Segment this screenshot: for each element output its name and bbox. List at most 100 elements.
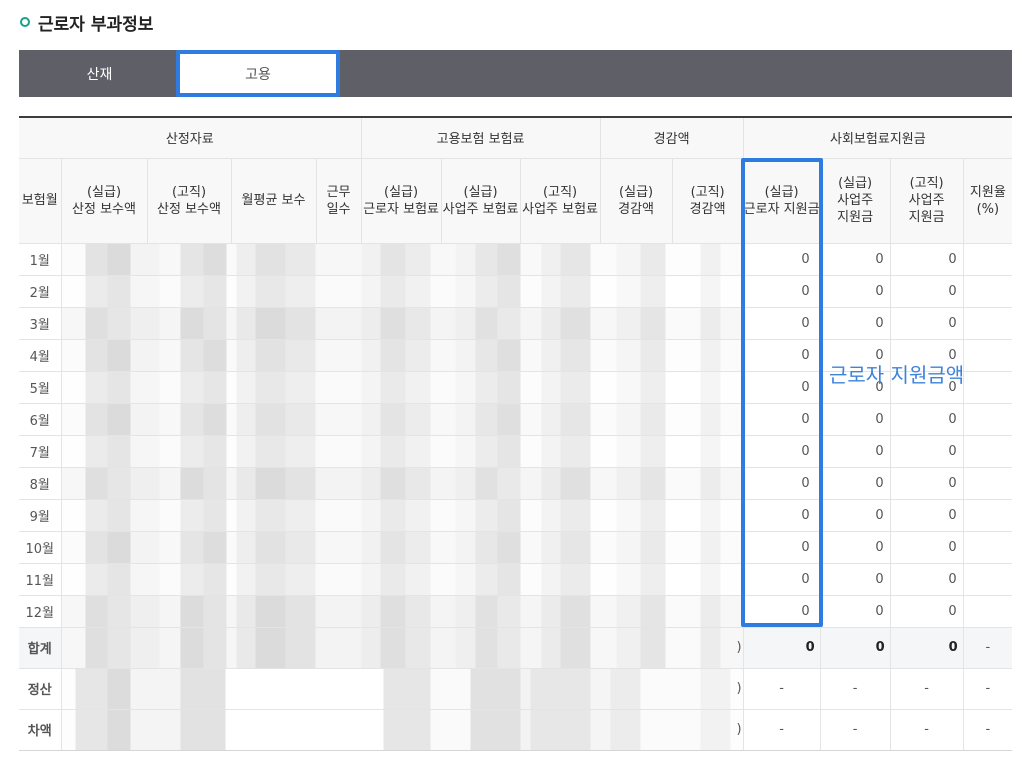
- redacted-cells: [60, 466, 744, 500]
- employer-support-gojik-cell: 0: [889, 370, 964, 404]
- support-rate-cell: [962, 242, 1013, 276]
- col-header-line: 지원율: [969, 184, 1006, 200]
- support-rate-cell: [962, 562, 1013, 596]
- employer-support-gojik-settlement: -: [889, 667, 964, 710]
- support-rate-difference: -: [962, 708, 1013, 751]
- group-header-social-insurance-support: 사회보험료지원금: [742, 116, 1013, 159]
- employer-support-gojik-cell: 0: [889, 498, 964, 532]
- table-row: 10월 0 0 0: [19, 530, 1013, 564]
- month-cell: 5월: [19, 370, 62, 404]
- employer-support-gojik-cell: 0: [889, 242, 964, 276]
- truncated-value: ): [736, 640, 742, 655]
- support-rate-cell: [962, 530, 1013, 564]
- redacted-cells: [60, 498, 744, 532]
- table-row: 12월 0 0 0: [19, 594, 1013, 628]
- group-header-reduction: 경감액: [599, 116, 744, 159]
- support-rate-cell: [962, 338, 1013, 372]
- redacted-cells: [60, 338, 744, 372]
- tab-industrial-accident[interactable]: 산재: [19, 50, 180, 97]
- support-rate-cell: [962, 402, 1013, 436]
- month-cell: 7월: [19, 434, 62, 468]
- support-rate-cell: [962, 594, 1013, 628]
- month-cell: 10월: [19, 530, 62, 564]
- worker-support-total: 0: [742, 626, 821, 669]
- col-header-line: 경감액: [618, 201, 655, 217]
- section-title-text: 근로자 부과정보: [38, 14, 154, 35]
- group-header-insurance-premium: 고용보험 보험료: [360, 116, 601, 159]
- employer-support-gojik-cell: 0: [889, 338, 964, 372]
- employer-support-silgeup-settlement: -: [819, 667, 891, 710]
- table-row: 5월 0 0 0: [19, 370, 1013, 404]
- col-header-monthly-avg-pay: 월평균 보수: [230, 157, 317, 244]
- redacted-cells: [60, 434, 744, 468]
- col-header-silgeup-employer-premium: (실급) 사업주 보험료: [440, 157, 521, 244]
- support-rate-total: -: [962, 626, 1013, 669]
- month-cell: 4월: [19, 338, 62, 372]
- month-cell: 8월: [19, 466, 62, 500]
- support-rate-cell: [962, 370, 1013, 404]
- col-header-silgeup-worker-support: (실급) 근로자 지원금: [742, 157, 821, 244]
- group-header-row: 산정자료 고용보험 보험료 경감액 사회보험료지원금: [19, 116, 1013, 159]
- table-row: 4월 0 0 0: [19, 338, 1013, 372]
- col-header-gojik-calc-pay: (고직) 산정 보수액: [146, 157, 232, 244]
- section-title: 근로자 부과정보: [20, 10, 154, 35]
- col-header-line: 산정 보수액: [157, 201, 221, 217]
- column-header-row: 보험월 (실급) 산정 보수액 (고직) 산정 보수액 월평균 보수 근무 일수 (실…: [19, 157, 1013, 244]
- worker-support-cell: 0: [742, 466, 821, 500]
- col-header-line: (고직): [543, 184, 578, 200]
- col-header-gojik-employer-support: (고직) 사업주 지원금: [889, 157, 964, 244]
- employer-support-silgeup-cell: 0: [819, 434, 891, 468]
- col-header-line: 근무: [326, 184, 351, 200]
- redacted-cells: ): [60, 667, 744, 710]
- worker-support-settlement: -: [742, 667, 821, 710]
- col-header-line: (실급): [86, 184, 122, 200]
- employer-support-gojik-cell: 0: [889, 594, 964, 628]
- truncated-value: ): [736, 722, 742, 737]
- worker-support-cell: 0: [742, 242, 821, 276]
- employer-support-gojik-cell: 0: [889, 274, 964, 308]
- table-row: 11월 0 0 0: [19, 562, 1013, 596]
- circle-bullet-icon: [20, 17, 30, 27]
- col-header-line: (실급): [619, 184, 654, 200]
- col-header-line: 경감액: [689, 201, 726, 217]
- tab-employment[interactable]: 고용: [180, 52, 336, 95]
- worker-support-cell: 0: [742, 274, 821, 308]
- employer-support-silgeup-cell: 0: [819, 242, 891, 276]
- col-header-silgeup-employer-support: (실급) 사업주 지원금: [819, 157, 891, 244]
- col-header-support-rate: 지원율 (%): [962, 157, 1013, 244]
- worker-support-cell: 0: [742, 562, 821, 596]
- table-row: 6월 0 0 0: [19, 402, 1013, 436]
- col-header-line: (실급): [384, 184, 419, 200]
- table-row: 3월 0 0 0: [19, 306, 1013, 340]
- redacted-cells: [60, 562, 744, 596]
- employer-support-gojik-cell: 0: [889, 306, 964, 340]
- employer-support-silgeup-cell: 0: [819, 466, 891, 500]
- employer-support-gojik-cell: 0: [889, 562, 964, 596]
- employer-support-silgeup-cell: 0: [819, 530, 891, 564]
- levy-table: 산정자료 고용보험 보험료 경감액 사회보험료지원금 보험월 (실급) 산정 보수…: [19, 116, 1013, 751]
- col-header-line: 산정 보수액: [72, 201, 136, 217]
- worker-support-cell: 0: [742, 338, 821, 372]
- col-header-line: (고직): [909, 176, 944, 191]
- col-header-line: (실급): [463, 184, 498, 200]
- table-row: 7월 0 0 0: [19, 434, 1013, 468]
- summary-label: 합계: [19, 626, 62, 669]
- employer-support-gojik-cell: 0: [889, 402, 964, 436]
- redacted-cells: ): [60, 626, 744, 669]
- support-rate-cell: [962, 434, 1013, 468]
- month-cell: 6월: [19, 402, 62, 436]
- table-row: 1월 0 0 0: [19, 242, 1013, 276]
- col-header-month: 보험월: [19, 157, 62, 244]
- month-cell: 3월: [19, 306, 62, 340]
- col-header-gojik-reduction: (고직) 경감액: [671, 157, 744, 244]
- employer-support-silgeup-cell: 0: [819, 274, 891, 308]
- support-rate-cell: [962, 274, 1013, 308]
- col-header-line: 사업주 보험료: [522, 201, 599, 217]
- month-cell: 12월: [19, 594, 62, 628]
- worker-support-difference: -: [742, 708, 821, 751]
- redacted-cells: [60, 594, 744, 628]
- worker-support-cell: 0: [742, 594, 821, 628]
- employer-support-silgeup-cell: 0: [819, 338, 891, 372]
- col-header-line: (%): [976, 201, 1000, 217]
- support-rate-cell: [962, 466, 1013, 500]
